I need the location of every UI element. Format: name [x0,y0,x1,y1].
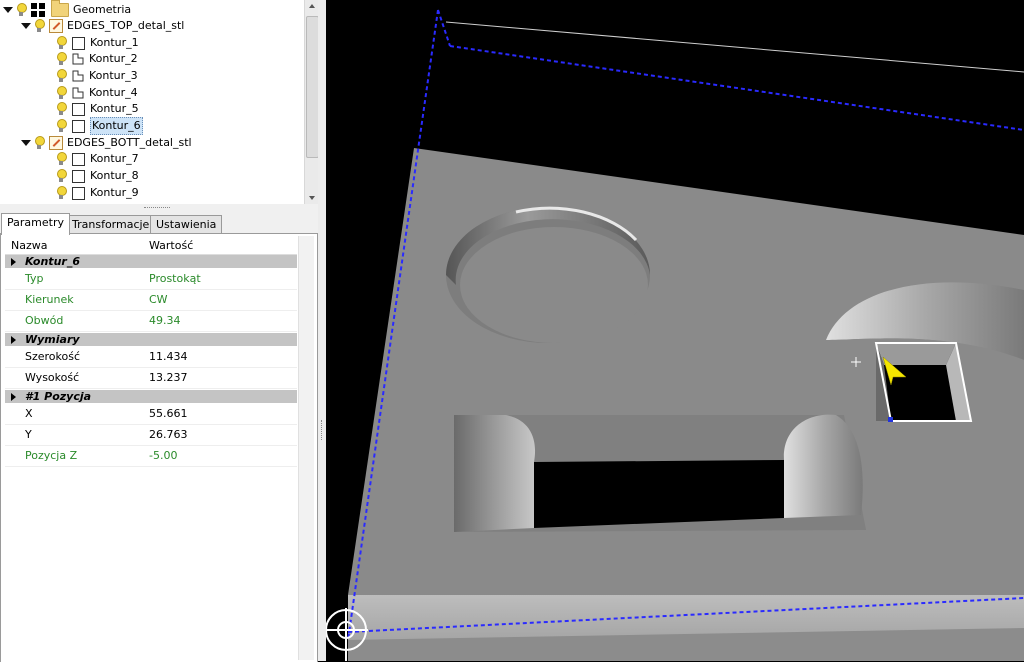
tree-item[interactable]: Kontur_1 [54,35,139,51]
lightbulb-icon[interactable] [56,86,67,100]
expand-arrow-icon[interactable] [20,18,32,34]
property-row[interactable]: Szerokość 11.434 [5,346,297,368]
l-shape-contour-icon [72,87,84,99]
viewport-canvas[interactable] [326,0,1024,661]
left-panel: Geometria EDGES_TOP_detal_stl Kontur_1 K… [0,0,319,662]
lightbulb-icon[interactable] [56,36,67,50]
tree-item[interactable]: Kontur_7 [54,151,139,167]
property-row[interactable]: Typ Prostokąt [5,268,297,290]
lightbulb-icon[interactable] [16,3,27,17]
splitter-grip[interactable] [144,207,170,210]
layer-edit-icon [49,19,63,33]
tree-item-label: Kontur_5 [90,102,139,115]
tree-root-label: Geometria [73,3,132,16]
tree-group-bott[interactable]: EDGES_BOTT_detal_stl [20,135,192,151]
round-pocket [446,206,650,343]
panel-tabs: Parametry Transformacje Ustawienia [0,212,318,235]
tree-item[interactable]: Kontur_5 [54,101,139,117]
3d-viewport[interactable] [326,0,1024,661]
geometry-tree[interactable]: Geometria EDGES_TOP_detal_stl Kontur_1 K… [0,0,305,204]
column-value-header[interactable]: Wartość [149,238,193,254]
scroll-up-icon[interactable] [309,4,315,8]
scroll-down-icon[interactable] [309,196,315,200]
tree-item-selected[interactable]: Kontur_6 [54,117,143,135]
tab-parametry[interactable]: Parametry [1,213,70,235]
column-name-header[interactable]: Nazwa [11,238,47,254]
tree-item[interactable]: Kontur_8 [54,168,139,184]
expand-arrow-icon[interactable] [20,135,32,151]
square-contour-icon [72,186,85,200]
lightbulb-icon[interactable] [56,186,67,200]
layers-icon [31,3,45,17]
vertical-splitter[interactable] [318,0,326,661]
slot-pocket [454,414,866,532]
section-kontur[interactable]: Kontur_6 [5,255,297,268]
expand-arrow-icon[interactable] [2,2,14,18]
tree-item[interactable]: Kontur_2 [54,51,138,67]
horizontal-splitter[interactable] [0,204,318,212]
layer-edit-icon [49,136,63,150]
square-contour-icon [72,102,85,116]
tree-group-label: EDGES_BOTT_detal_stl [67,136,192,149]
collapse-arrow-icon[interactable] [11,336,16,344]
tree-item[interactable]: Kontur_9 [54,185,139,201]
tree-item-label: Kontur_1 [90,36,139,49]
tree-scrollbar[interactable] [304,0,319,204]
tree-item-label: Kontur_4 [89,86,138,99]
property-row[interactable]: X 55.661 [5,403,297,425]
lightbulb-icon[interactable] [34,136,45,150]
property-row[interactable]: Y 26.763 [5,424,297,446]
lightbulb-icon[interactable] [56,102,67,116]
lightbulb-icon[interactable] [56,52,67,66]
tree-group-top[interactable]: EDGES_TOP_detal_stl [20,18,184,34]
lightbulb-icon[interactable] [56,69,67,83]
property-grid: Nazwa Wartość Kontur_6 Typ Prostokąt Kier… [0,233,318,662]
tree-item-label: Kontur_6 [90,117,143,135]
tree-item[interactable]: Kontur_3 [54,68,138,84]
l-shape-contour-icon [72,53,84,65]
tree-item-label: Kontur_3 [89,69,138,82]
tree-item-label: Kontur_9 [90,186,139,199]
lightbulb-icon[interactable] [34,19,45,33]
section-pozycja[interactable]: #1 Pozycja [5,390,297,403]
lightbulb-icon[interactable] [56,169,67,183]
tree-group-label: EDGES_TOP_detal_stl [67,19,185,32]
tree-item-label: Kontur_7 [90,152,139,165]
property-scrollbar[interactable] [298,236,314,660]
tree-item[interactable]: Kontur_4 [54,85,138,101]
lightbulb-icon[interactable] [56,119,67,133]
tree-root[interactable]: Geometria [2,0,132,18]
tab-transformacje[interactable]: Transformacje [66,215,156,234]
tree-item-label: Kontur_2 [89,52,138,65]
property-header: Nazwa Wartość [5,238,297,255]
collapse-arrow-icon[interactable] [11,258,16,266]
splitter-grip[interactable] [321,420,324,440]
property-row[interactable]: Kierunek CW [5,289,297,311]
property-row[interactable]: Wysokość 13.237 [5,367,297,389]
l-shape-contour-icon [72,70,84,82]
square-contour-icon [72,152,85,166]
collapse-arrow-icon[interactable] [11,393,16,401]
square-contour-icon [72,119,85,133]
property-row[interactable]: Pozycja Z -5.00 [5,445,297,467]
property-row[interactable]: Obwód 49.34 [5,310,297,332]
tree-item-label: Kontur_8 [90,169,139,182]
section-wymiary[interactable]: Wymiary [5,333,297,346]
folder-icon [51,0,69,17]
lightbulb-icon[interactable] [56,152,67,166]
tab-ustawienia[interactable]: Ustawienia [150,215,223,234]
square-contour-icon [72,36,85,50]
square-contour-icon [72,169,85,183]
